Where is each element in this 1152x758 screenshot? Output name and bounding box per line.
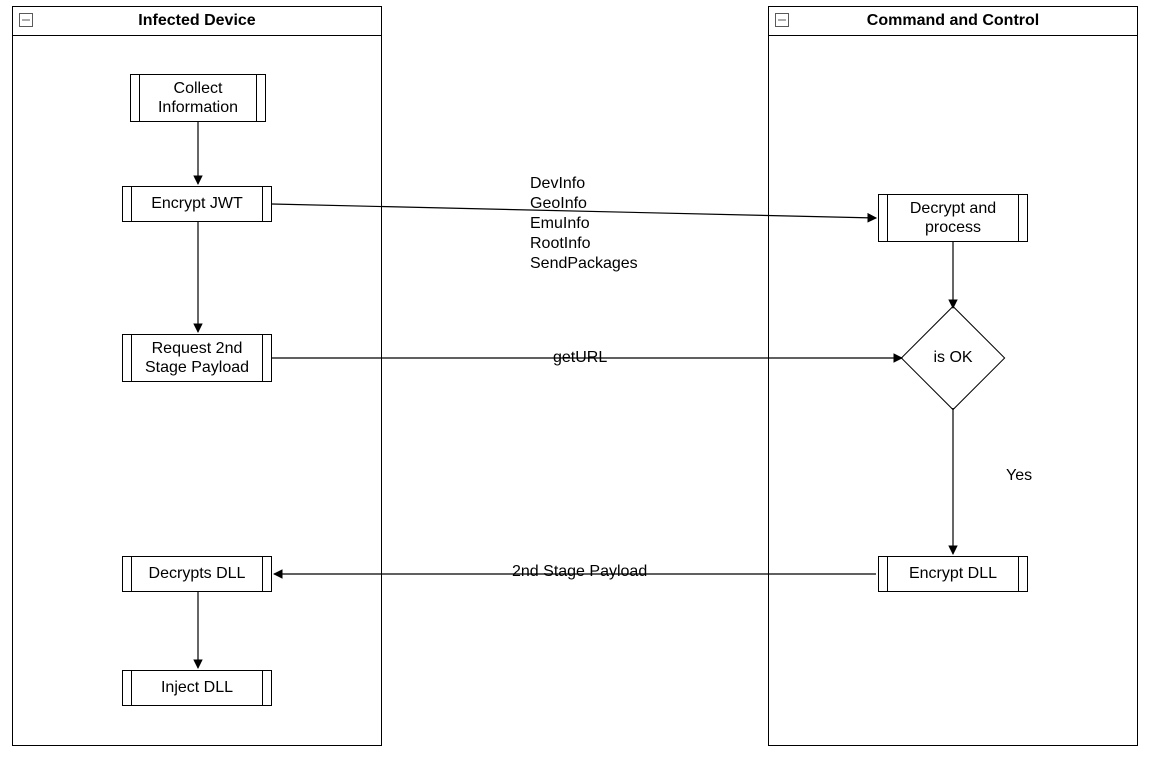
node-collect-information: Collect Information	[130, 74, 266, 122]
node-decrypt-and-process: Decrypt and process	[878, 194, 1028, 242]
node-decrypts-dll: Decrypts DLL	[122, 556, 272, 592]
swimlane-title: Infected Device	[13, 7, 381, 36]
node-label: Encrypt DLL	[909, 564, 997, 583]
node-label: Encrypt JWT	[151, 194, 243, 213]
node-is-ok: is OK	[916, 321, 990, 395]
diagram-canvas: Infected Device Command and Control Coll…	[0, 0, 1152, 758]
node-label: Request 2nd Stage Payload	[145, 339, 249, 377]
node-label: Collect Information	[158, 79, 238, 117]
node-label: Decrypts DLL	[149, 564, 246, 583]
node-encrypt-jwt: Encrypt JWT	[122, 186, 272, 222]
edge-label-geturl: getURL	[551, 348, 609, 368]
node-label: is OK	[916, 321, 990, 395]
node-label: Decrypt and process	[910, 199, 996, 237]
node-encrypt-dll: Encrypt DLL	[878, 556, 1028, 592]
edge-label-devinfo: DevInfo GeoInfo EmuInfo RootInfo SendPac…	[528, 174, 640, 274]
edge-label-yes: Yes	[1004, 466, 1034, 486]
edge-label-2nd-stage-payload: 2nd Stage Payload	[510, 562, 649, 582]
node-label: Inject DLL	[161, 678, 233, 697]
node-request-2nd-stage-payload: Request 2nd Stage Payload	[122, 334, 272, 382]
node-inject-dll: Inject DLL	[122, 670, 272, 706]
swimlane-title: Command and Control	[769, 7, 1137, 36]
